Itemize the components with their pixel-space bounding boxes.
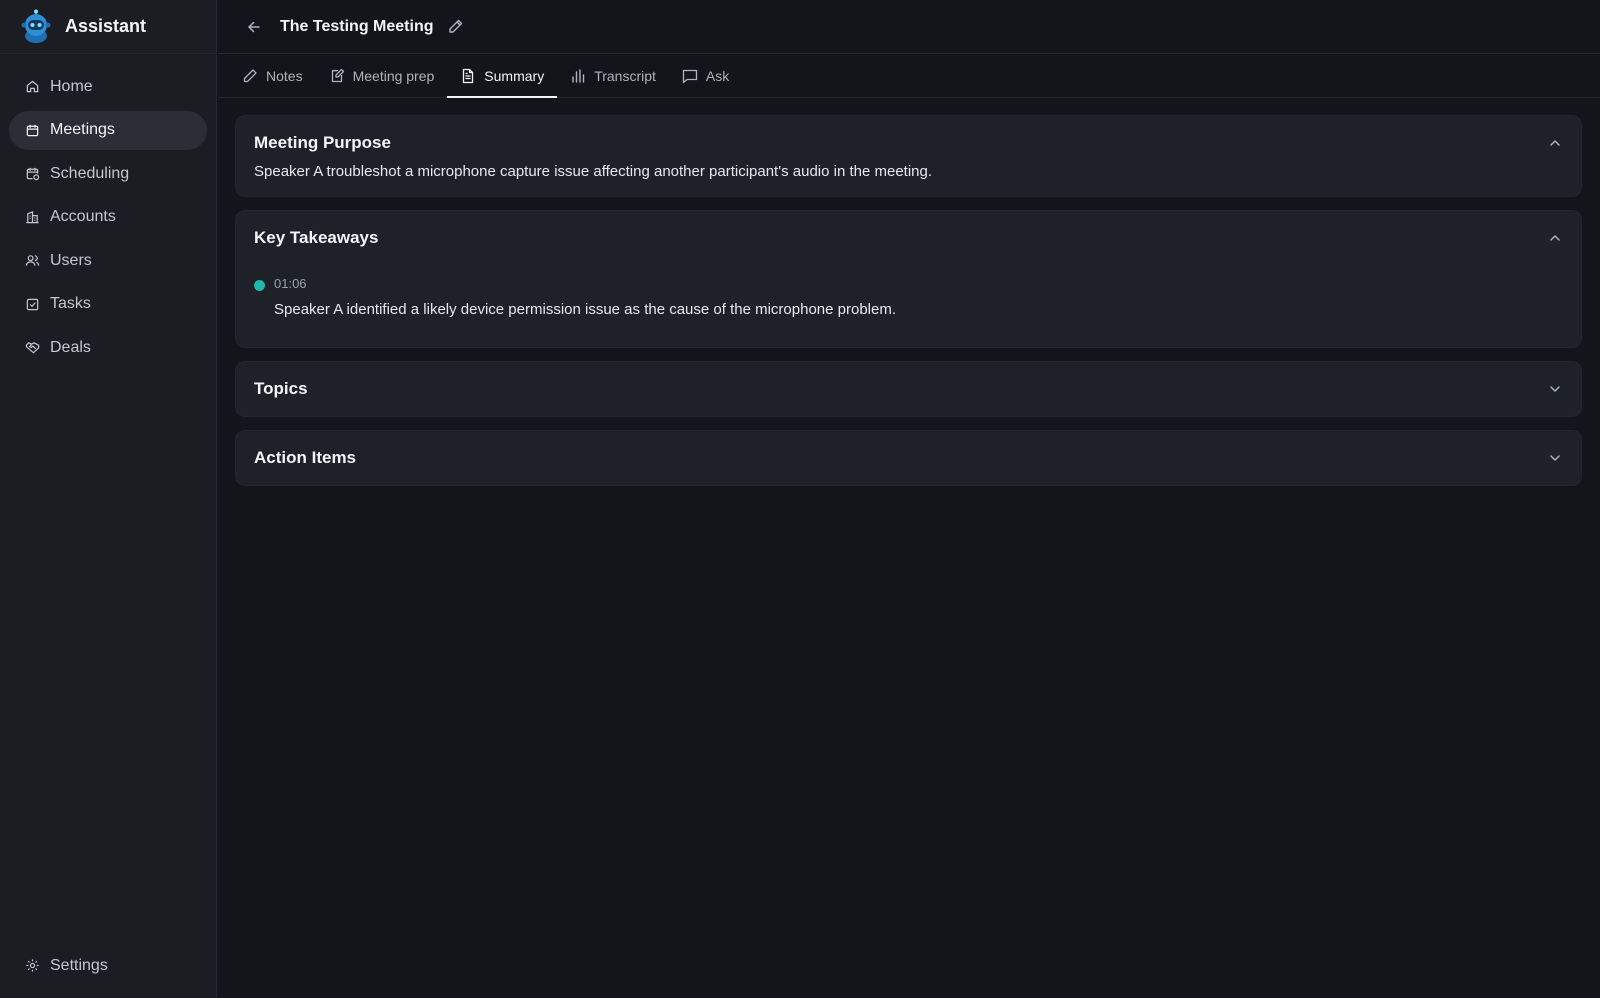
checkbox-icon bbox=[26, 298, 39, 310]
sidebar-nav: Home Meetings Scheduling Accounts Users … bbox=[0, 54, 216, 367]
timestamp-link[interactable]: 01:06 bbox=[274, 275, 896, 293]
card-title: Key Takeaways bbox=[254, 228, 379, 247]
tab-label: Ask bbox=[705, 67, 730, 84]
tab-notes[interactable]: Notes bbox=[229, 54, 316, 97]
users-icon bbox=[25, 255, 40, 266]
sidebar-item-label: Deals bbox=[50, 338, 91, 356]
home-icon bbox=[26, 80, 39, 93]
calendar-clock-icon bbox=[26, 167, 40, 181]
sidebar-item-meetings[interactable]: Meetings bbox=[9, 110, 207, 150]
action-items-card: Action Items bbox=[235, 430, 1582, 486]
gear-icon bbox=[26, 959, 39, 972]
sidebar: Assistant Home Meetings Scheduling Accou… bbox=[0, 0, 217, 998]
action-items-header[interactable]: Action Items bbox=[236, 431, 1581, 485]
sidebar-item-label: Tasks bbox=[50, 295, 91, 312]
sidebar-item-settings[interactable]: Settings bbox=[9, 946, 207, 985]
sidebar-item-label: Users bbox=[50, 251, 92, 269]
tab-bar: Notes Meeting prep Summary Transcript As… bbox=[218, 54, 1600, 98]
topics-header[interactable]: Topics bbox=[236, 362, 1581, 416]
chevron-up-icon[interactable] bbox=[1548, 136, 1562, 150]
calendar-icon bbox=[26, 124, 39, 136]
list-item: 01:06 Speaker A identified a likely devi… bbox=[254, 265, 1563, 337]
header: The Testing Meeting bbox=[218, 0, 1600, 54]
sidebar-item-scheduling[interactable]: Scheduling bbox=[9, 154, 207, 193]
page-title: The Testing Meeting bbox=[280, 17, 434, 35]
key-takeaways-card: Key Takeaways 01:06 Speaker A identified… bbox=[235, 210, 1582, 348]
tab-label: Notes bbox=[266, 67, 303, 84]
bar-chart-icon bbox=[572, 68, 585, 83]
sidebar-item-label: Settings bbox=[50, 956, 108, 974]
chevron-down-icon[interactable] bbox=[1548, 451, 1562, 465]
sidebar-item-home[interactable]: Home bbox=[9, 67, 207, 106]
tab-ask[interactable]: Ask bbox=[669, 54, 742, 97]
robot-logo-icon bbox=[21, 9, 51, 43]
card-title: Action Items bbox=[254, 448, 357, 467]
document-icon bbox=[463, 68, 474, 83]
takeaway-dot bbox=[254, 280, 265, 291]
topics-card: Topics bbox=[235, 361, 1582, 417]
tab-transcript[interactable]: Transcript bbox=[557, 54, 669, 97]
pencil-edit-icon[interactable] bbox=[447, 18, 464, 35]
sidebar-item-label: Meetings bbox=[50, 121, 115, 138]
takeaway-text: Speaker A identified a likely device per… bbox=[274, 301, 897, 318]
card-title: Topics bbox=[254, 379, 308, 398]
sidebar-item-users[interactable]: Users bbox=[9, 241, 207, 280]
meeting-purpose-card: Meeting Purpose Speaker A troubleshot a … bbox=[235, 115, 1582, 197]
main-area: The Testing Meeting Notes Meeting prep S… bbox=[218, 0, 1600, 998]
tab-summary[interactable]: Summary bbox=[447, 54, 558, 98]
tab-label: Summary bbox=[484, 67, 545, 84]
sidebar-item-deals[interactable]: Deals bbox=[9, 328, 207, 367]
tab-label: Transcript bbox=[594, 67, 656, 84]
chevron-up-icon[interactable] bbox=[1548, 231, 1562, 245]
tab-label: Meeting prep bbox=[352, 67, 435, 84]
sidebar-item-accounts[interactable]: Accounts bbox=[9, 198, 207, 237]
brand[interactable]: Assistant bbox=[0, 0, 216, 54]
summary-content: Meeting Purpose Speaker A troubleshot a … bbox=[218, 98, 1600, 486]
back-arrow-icon[interactable] bbox=[245, 18, 263, 36]
card-title: Meeting Purpose bbox=[254, 133, 391, 152]
meeting-purpose-text: Speaker A troubleshot a microphone captu… bbox=[254, 163, 933, 180]
pencil-icon bbox=[243, 68, 257, 82]
notepad-icon bbox=[331, 68, 344, 82]
chevron-down-icon[interactable] bbox=[1548, 382, 1562, 396]
sidebar-item-label: Home bbox=[50, 77, 93, 95]
sidebar-item-label: Scheduling bbox=[50, 164, 130, 182]
sidebar-item-tasks[interactable]: Tasks bbox=[9, 285, 207, 324]
building-icon bbox=[26, 210, 39, 223]
key-takeaways-header[interactable]: Key Takeaways bbox=[236, 211, 1581, 265]
tab-meeting-prep[interactable]: Meeting prep bbox=[316, 54, 448, 97]
chat-icon bbox=[682, 69, 698, 83]
app-name: Assistant bbox=[65, 16, 147, 36]
sidebar-item-label: Accounts bbox=[50, 208, 116, 225]
handshake-icon bbox=[25, 342, 40, 354]
